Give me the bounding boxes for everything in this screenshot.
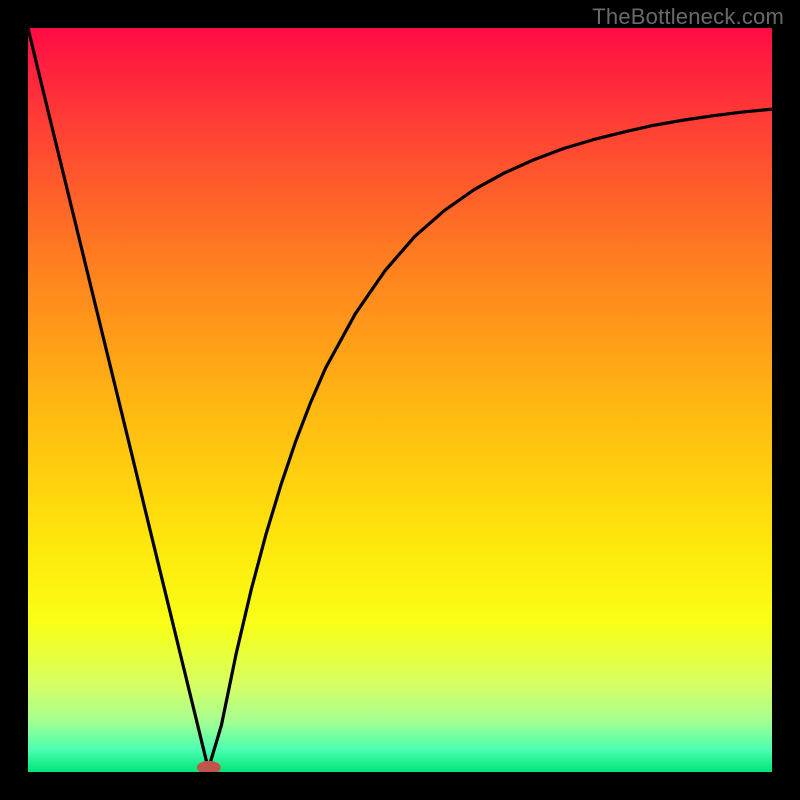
chart-background (28, 28, 772, 772)
chart-frame (28, 28, 772, 772)
chart-svg (28, 28, 772, 772)
watermark-text: TheBottleneck.com (592, 4, 784, 30)
